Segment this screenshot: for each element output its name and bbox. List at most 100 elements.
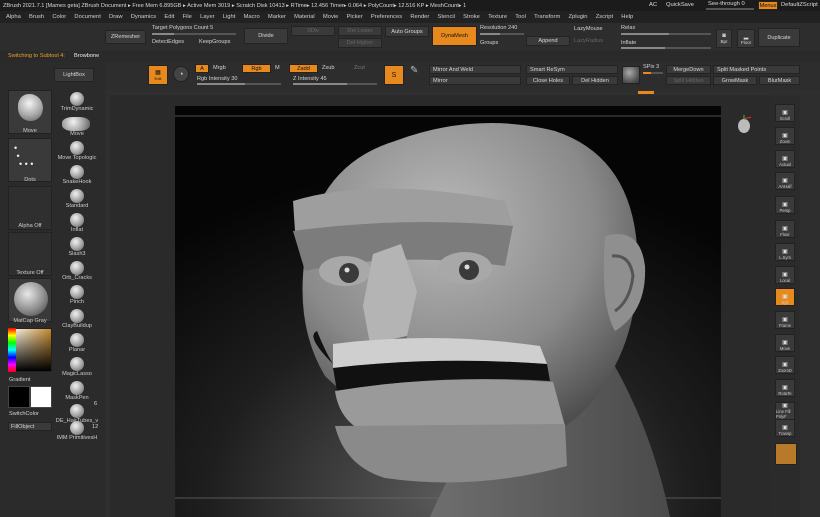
keep-groups-button[interactable]: KeepGroups (199, 39, 230, 45)
draw-mode-button[interactable]: ◔ (173, 66, 189, 82)
navigation-head-icon[interactable] (735, 115, 753, 135)
mrgb-toggle[interactable]: Mrgb (213, 65, 226, 71)
rgb-intensity-slider[interactable]: Rgb Intensity 30 (197, 76, 237, 82)
zsub-toggle[interactable]: Zsub (322, 65, 334, 71)
brush-pinch-icon[interactable] (70, 285, 84, 299)
relax-slider[interactable]: Relax (621, 25, 635, 31)
split-masked-points-button[interactable]: Split Masked Points (713, 65, 800, 74)
rgb-intensity-track[interactable] (197, 83, 281, 85)
zcut-toggle[interactable]: Zcut (354, 65, 365, 71)
menu-texture[interactable]: Texture (488, 14, 507, 20)
brush-orb-cracks-icon[interactable] (70, 261, 84, 275)
material-tile[interactable] (8, 278, 52, 322)
quicksave-button[interactable]: QuickSave (666, 2, 694, 8)
right-scroll-button[interactable]: ▣ Scroll (775, 104, 795, 122)
right-aahalf-button[interactable]: ▣ AAHalf (775, 172, 795, 190)
lightbox-button[interactable]: LightBox (54, 68, 94, 82)
duplicate-button[interactable]: Duplicate (758, 28, 800, 47)
see-through-slider[interactable]: See-through 0 (708, 1, 745, 7)
del-hidden-button[interactable]: Del Hidden (572, 76, 618, 85)
right-floor-button[interactable]: ▣ Floor (775, 220, 795, 238)
menu-help[interactable]: Help (621, 14, 633, 20)
del-higher-button[interactable]: Del Higher (338, 38, 382, 48)
ac-label[interactable]: AC (649, 2, 657, 8)
right-rotate-button[interactable]: ▣ RotaTe (775, 379, 795, 397)
brush-claybuildup-icon[interactable] (70, 309, 84, 323)
brush-imm-primitivesh-icon[interactable] (70, 421, 84, 435)
stroke-tile[interactable]: • • • • • (8, 138, 52, 182)
inflate-track[interactable] (621, 47, 711, 49)
brush-slash3-icon[interactable] (70, 237, 84, 251)
fill-object-button[interactable]: FillObject (8, 422, 52, 431)
rgb-toggle[interactable]: Rgb (242, 64, 271, 73)
right-actual-button[interactable]: ▣ Actual (775, 150, 795, 168)
menu-material[interactable]: Material (294, 14, 315, 20)
relax-track[interactable] (621, 33, 711, 35)
menu-light[interactable]: Light (223, 14, 236, 20)
menu-picker[interactable]: Picker (347, 14, 363, 20)
viewport-canvas[interactable] (175, 106, 721, 517)
a-toggle[interactable]: A (195, 64, 209, 73)
brush-move-icon[interactable] (62, 117, 90, 131)
edit-button[interactable]: ▦ Edit (148, 65, 168, 85)
resolution-track[interactable] (480, 33, 524, 35)
transparency-button[interactable] (775, 443, 797, 465)
divide-button[interactable]: Divide (244, 28, 288, 44)
split-hidden-button[interactable]: Split Hidden (666, 76, 711, 85)
grow-mask-button[interactable]: GrowMask (713, 76, 757, 85)
draw-size-button[interactable]: S (384, 65, 404, 85)
blur-mask-button[interactable]: BlurMask (759, 76, 800, 85)
brush-de-hairtubes-v-icon[interactable] (70, 404, 84, 418)
menu-file[interactable]: File (183, 14, 192, 20)
menu-draw[interactable]: Draw (109, 14, 123, 20)
gradient-label[interactable]: Gradient (9, 377, 30, 383)
spix-slider[interactable]: SPix 3 (643, 64, 659, 70)
right-local-button[interactable]: ▣ Local (775, 266, 795, 284)
floor-button[interactable]: ▂ Floor (737, 29, 755, 48)
close-holes-button[interactable]: Close Holes (526, 76, 570, 85)
hue-strip[interactable] (8, 328, 16, 372)
menu-marker[interactable]: Marker (268, 14, 286, 20)
z-intensity-track[interactable] (293, 83, 377, 85)
right-scroll-strip[interactable] (800, 95, 820, 517)
right-l-sym-button[interactable]: ▣ L.Sym (775, 243, 795, 261)
inflate-slider[interactable]: Inflate (621, 40, 636, 46)
target-polygons-slider[interactable]: Target Polygons Count 5 (152, 25, 213, 31)
dynamesh-button[interactable]: DynaMesh (432, 26, 477, 46)
resolution-slider[interactable]: Resolution 240 (480, 25, 517, 31)
mirror-and-weld-button[interactable]: Mirror And Weld (429, 65, 521, 74)
detect-edges-button[interactable]: DetectEdges (152, 39, 184, 45)
menus-button[interactable]: Menus (758, 1, 778, 10)
menu-tool[interactable]: Tool (515, 14, 526, 20)
main-color-swatch[interactable] (8, 386, 30, 408)
right-transp-button[interactable]: ▣ Transp (775, 419, 795, 437)
menu-stroke[interactable]: Stroke (463, 14, 480, 20)
append-button[interactable]: Append (526, 36, 570, 46)
menu-color[interactable]: Color (52, 14, 66, 20)
right-line-fill-polyf-button[interactable]: ▣ Line Fill PolyF (775, 402, 795, 420)
see-through-track[interactable] (706, 8, 754, 10)
brush-tool-icon[interactable]: ✎ (410, 65, 418, 76)
right-xyz-button[interactable]: ▣ Xyz (775, 288, 795, 306)
right-zoomd-button[interactable]: ▣ ZoomD (775, 356, 795, 374)
brush-maskpen-icon[interactable] (70, 381, 84, 395)
right-frame-button[interactable]: ▣ Frame (775, 311, 795, 329)
default-zscript-button[interactable]: DefaultZScript (781, 2, 818, 8)
right-move-button[interactable]: ▣ Move (775, 334, 795, 352)
menu-zplugin[interactable]: Zplugin (568, 14, 587, 20)
menu-edit[interactable]: Edit (164, 14, 174, 20)
menu-movie[interactable]: Movie (323, 14, 338, 20)
lazyradius-slider[interactable]: LazyRadius (574, 38, 603, 44)
brush-inflat-icon[interactable] (70, 213, 84, 227)
menu-macro[interactable]: Macro (244, 14, 260, 20)
menu-brush[interactable]: Brush (29, 14, 44, 20)
brush-move-topologic-icon[interactable] (70, 141, 84, 155)
smart-resym-button[interactable]: Smart ReSym (526, 65, 618, 74)
brush-planar-icon[interactable] (70, 333, 84, 347)
menu-alpha[interactable]: Alpha (6, 14, 21, 20)
spix-track[interactable] (643, 72, 663, 74)
secondary-color-swatch[interactable] (30, 386, 52, 408)
brush-standard-icon[interactable] (70, 189, 84, 203)
auto-groups-button[interactable]: Auto Groups (385, 26, 429, 37)
mirror-button[interactable]: Mirror (429, 76, 521, 85)
